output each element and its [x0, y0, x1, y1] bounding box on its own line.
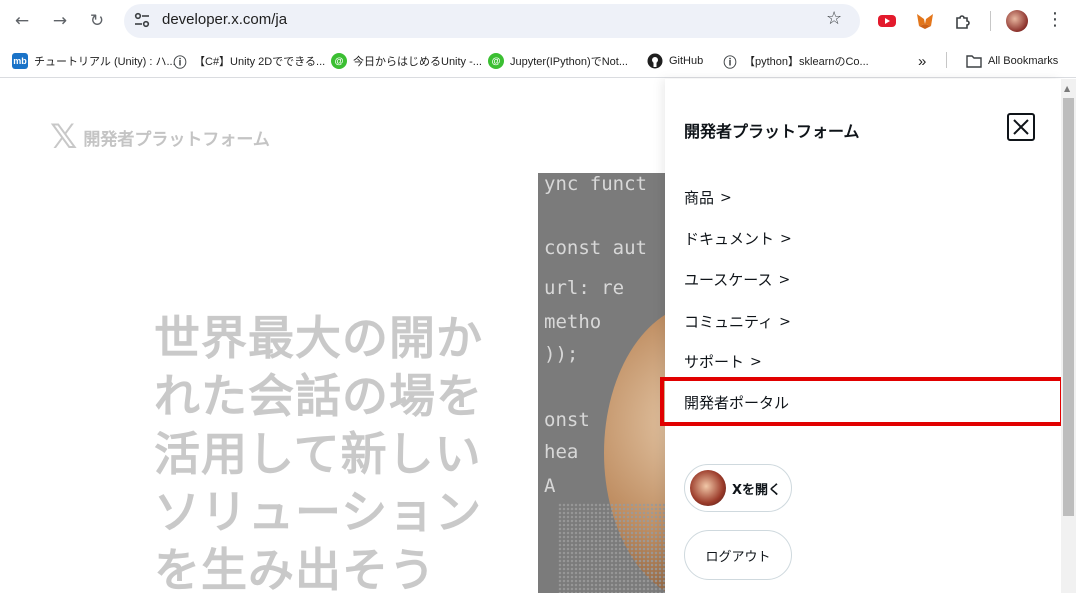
bookmark-item[interactable]: @ 今日からはじめるUnity -... [331, 52, 482, 70]
artwork-halftone [558, 503, 668, 593]
github-icon [647, 53, 663, 69]
nav-item-label: 商品 [684, 189, 715, 207]
bookmark-site-icon: ⓘ [723, 54, 737, 70]
artwork-code-line: metho [544, 311, 602, 333]
bookmarks-separator [946, 52, 947, 68]
x-logo-icon: 𝕏 [50, 117, 78, 157]
bookmarks-bar: mb チュートリアル (Unity) : ハ... ⓘ 【C#】Unity 2D… [0, 42, 1076, 78]
nav-item-support[interactable]: サポート > [684, 351, 762, 372]
nav-item-community[interactable]: コミュニティ > [684, 311, 791, 332]
bookmark-label: 【python】sklearnのCo... [744, 56, 869, 68]
hero-line: れた会話の場を [154, 369, 483, 423]
forward-icon[interactable]: → [48, 9, 72, 33]
close-icon [1013, 119, 1029, 135]
bookmark-label: 今日からはじめるUnity -... [353, 56, 482, 68]
user-avatar [690, 470, 726, 506]
bookmark-at-icon: @ [488, 53, 504, 69]
artwork-code-line: A [544, 475, 556, 497]
bookmark-site-icon: ⓘ [173, 54, 187, 70]
all-bookmarks-label: All Bookmarks [988, 55, 1059, 67]
all-bookmarks-button[interactable]: All Bookmarks [966, 52, 1058, 70]
bookmark-label: チュートリアル (Unity) : ハ... [34, 56, 176, 68]
nav-item-docs[interactable]: ドキュメント > [684, 228, 792, 249]
bookmark-item[interactable]: ⓘ 【C#】Unity 2Dでできる... [172, 52, 325, 70]
bookmark-mb-icon: mb [12, 53, 28, 69]
back-icon[interactable]: ← [10, 9, 34, 33]
logout-label: ログアウト [705, 549, 771, 565]
artwork-code-line: onst [544, 409, 590, 431]
drawer-title: 開発者プラットフォーム [684, 122, 860, 141]
artwork-code-line: const aut [544, 237, 647, 259]
bookmark-item[interactable]: @ Jupyter(IPython)でNot... [488, 52, 628, 70]
hero-line: を生み出そう [154, 543, 436, 593]
nav-item-label: コミュニティ [684, 313, 774, 331]
chevron-right-icon: > [720, 189, 732, 206]
hero-line: ソリューション [154, 485, 483, 539]
nav-item-products[interactable]: 商品 > [684, 187, 732, 208]
artwork-code-line: url: re [544, 277, 625, 299]
nav-drawer: 開発者プラットフォーム 商品 > ドキュメント > ユースケース > コミュニテ… [665, 79, 1061, 593]
bookmark-label: 【C#】Unity 2Dでできる... [194, 56, 326, 68]
site-logo[interactable]: 𝕏 開発者プラットフォーム [50, 117, 270, 157]
scroll-up-arrow-icon[interactable]: ▲ [1064, 84, 1070, 93]
bookmark-item[interactable]: ⓘ 【python】sklearnのCo... [722, 52, 869, 70]
chevron-right-icon: > [780, 230, 792, 247]
bookmark-label: Jupyter(IPython)でNot... [510, 56, 628, 68]
hero-heading: 世界最大の開か れた会話の場を 活用して新しい ソリューション を生み出そう [154, 309, 534, 593]
hero-artwork: ync funct const aut url: re metho )); on… [538, 173, 668, 593]
logo-text: 開発者プラットフォーム [83, 129, 270, 150]
close-button[interactable] [1007, 113, 1035, 141]
nav-item-label: サポート [684, 353, 745, 371]
chevron-right-icon: > [779, 313, 791, 330]
bookmark-star-icon[interactable]: ☆ [826, 8, 842, 29]
metamask-extension-icon[interactable] [913, 9, 937, 33]
more-bookmarks-button[interactable]: » [918, 52, 926, 70]
scrollbar-thumb[interactable] [1063, 98, 1074, 516]
chevron-right-icon: > [750, 353, 762, 370]
reload-icon[interactable]: ↻ [85, 9, 109, 33]
bookmark-item[interactable]: GitHub [647, 52, 703, 70]
artwork-code-line: )); [544, 343, 579, 365]
open-x-button[interactable]: Xを開く [684, 464, 792, 512]
hero-line: 活用して新しい [154, 427, 482, 481]
address-url[interactable]: developer.x.com/ja [162, 11, 287, 28]
artwork-code-line: hea [544, 441, 579, 463]
hero-line: 世界最大の開か [154, 311, 483, 365]
chrome-menu-icon[interactable]: ⋮ [1046, 9, 1064, 30]
folder-icon [966, 53, 982, 69]
logout-button[interactable]: ログアウト [684, 530, 792, 580]
bookmark-item[interactable]: mb チュートリアル (Unity) : ハ... [12, 52, 176, 70]
artwork-code-line: ync funct [544, 173, 647, 195]
toolbar-divider [990, 11, 991, 31]
extensions-puzzle-icon[interactable] [951, 9, 975, 33]
open-x-label: Xを開く [732, 482, 782, 498]
nav-item-label: ユースケース [684, 271, 773, 289]
bookmark-at-icon: @ [331, 53, 347, 69]
nav-item-use-cases[interactable]: ユースケース > [684, 269, 790, 290]
chevron-right-icon: > [778, 271, 791, 288]
browser-toolbar: ← → ↻ developer.x.com/ja ☆ ⋮ [0, 0, 1076, 42]
profile-avatar[interactable] [1006, 10, 1028, 32]
nav-item-label: ドキュメント [684, 230, 775, 248]
bookmark-label: GitHub [669, 55, 704, 67]
highlight-annotation [660, 377, 1064, 426]
site-settings-icon[interactable] [132, 10, 152, 30]
youtube-extension-icon[interactable] [875, 9, 899, 33]
